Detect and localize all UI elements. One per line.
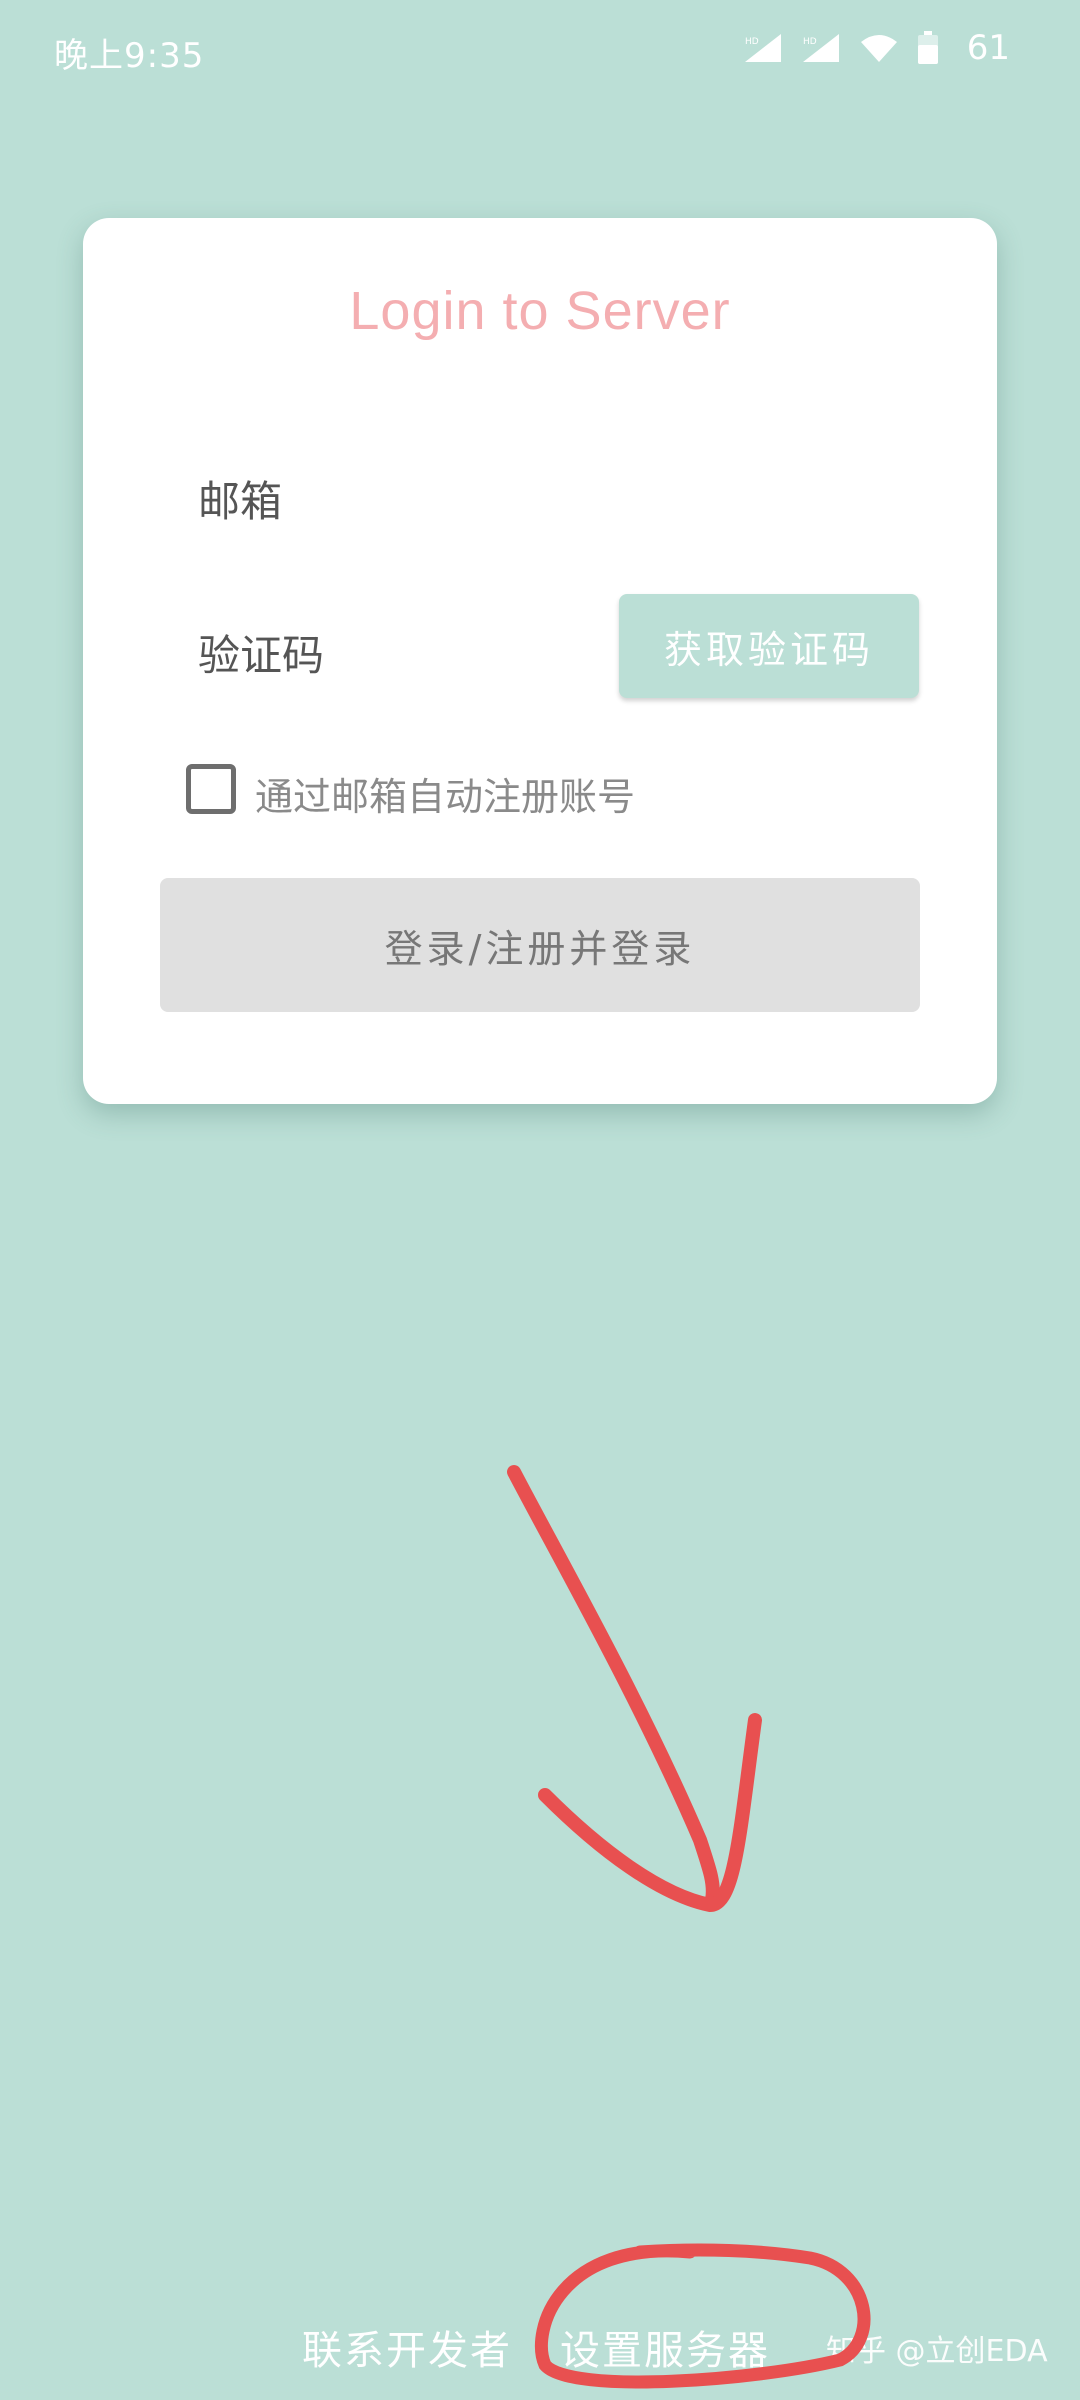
battery-icon [917,31,939,65]
verification-code-input[interactable] [363,620,663,680]
auto-register-label[interactable]: 通过邮箱自动注册账号 [255,766,635,821]
contact-developer-link[interactable]: 联系开发者 [302,2318,512,2376]
auto-register-checkbox[interactable] [186,764,236,814]
battery-level: 61 [966,28,1010,68]
hd-signal-icon: HD [801,32,841,64]
email-label: 邮箱 [198,477,283,526]
hd-signal-icon: HD [743,32,783,64]
status-icons: HD HD 61 [743,28,1010,68]
watermark: 知乎 @立创EDA [826,2334,1048,2369]
server-settings-link[interactable]: 设置服务器 [560,2318,770,2376]
annotation-arrowhead-icon [538,1713,762,1913]
status-bar: 晚上9:35 HD HD 61 [0,0,1080,96]
email-input[interactable] [363,466,923,526]
card-title: Login to Server [349,281,731,341]
annotation-arrow-icon [507,1465,720,1907]
wifi-icon [859,32,899,64]
status-time: 晚上9:35 [54,36,205,76]
verification-code-label: 验证码 [198,631,325,680]
login-card: Login to Server 邮箱 验证码 获取验证码 通过邮箱自动注册账号 … [83,218,997,1104]
get-code-button[interactable]: 获取验证码 [619,594,919,698]
svg-text:HD: HD [803,37,817,47]
login-button[interactable]: 登录/注册并登录 [160,878,920,1012]
svg-text:HD: HD [745,37,759,47]
